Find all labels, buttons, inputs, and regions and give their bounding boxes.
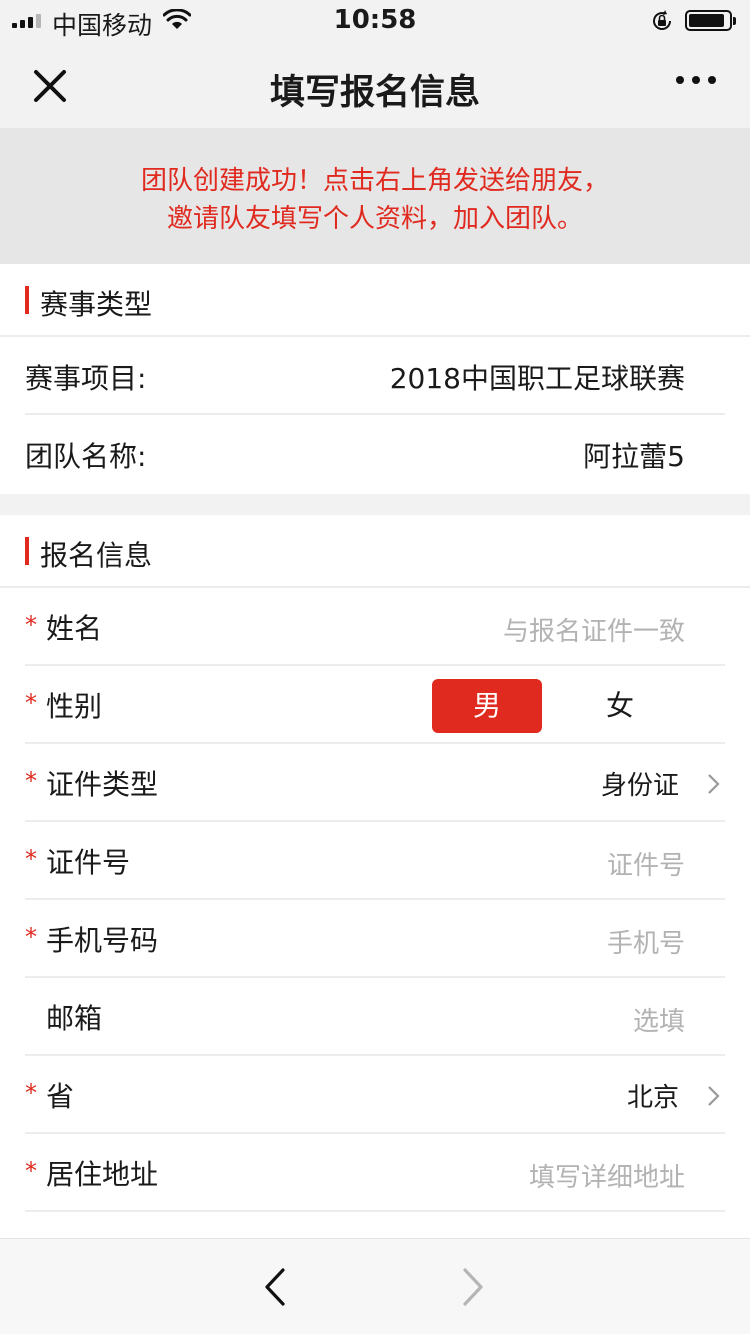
success-notice: 团队创建成功！点击右上角发送给朋友， 邀请队友填写个人资料，加入团队。 xyxy=(0,128,750,264)
team-name-label: 团队名称: xyxy=(25,440,147,473)
name-input[interactable]: 与报名证件一致 xyxy=(503,611,685,648)
id-type-select[interactable]: 身份证 xyxy=(601,765,679,802)
address-row[interactable]: * 居住地址 填写详细地址 xyxy=(25,1134,725,1212)
required-mark: * xyxy=(25,1079,37,1107)
notice-line-2: 邀请队友填写个人资料，加入团队。 xyxy=(166,204,583,234)
chevron-right-icon xyxy=(707,1085,721,1111)
status-bar: 中国移动 10:58 xyxy=(0,0,750,40)
required-mark: * xyxy=(25,611,37,639)
province-label: 省 xyxy=(46,1080,75,1113)
gender-male-button[interactable]: 男 xyxy=(432,679,542,733)
event-project-value: 2018中国职工足球联赛 xyxy=(389,362,685,395)
browser-toolbar xyxy=(0,1238,750,1334)
back-arrow-icon[interactable] xyxy=(262,1267,288,1311)
event-project-label: 赛事项目: xyxy=(25,362,147,395)
section-marker xyxy=(25,286,29,314)
required-mark: * xyxy=(25,1157,37,1185)
id-number-label: 证件号 xyxy=(46,846,131,879)
section-header: 报名信息 xyxy=(0,515,750,588)
name-row[interactable]: * 姓名 与报名证件一致 xyxy=(25,588,725,666)
event-project-row: 赛事项目: 2018中国职工足球联赛 xyxy=(25,337,725,415)
section-header: 赛事类型 xyxy=(0,264,750,337)
name-label: 姓名 xyxy=(46,612,103,645)
province-select[interactable]: 北京 xyxy=(627,1077,679,1114)
team-name-value: 阿拉蕾5 xyxy=(583,440,685,473)
clock: 10:58 xyxy=(333,5,417,35)
battery-icon xyxy=(685,10,736,31)
gender-label: 性别 xyxy=(46,690,103,723)
phone-row[interactable]: * 手机号码 手机号 xyxy=(25,900,725,978)
section-title: 赛事类型 xyxy=(40,288,153,321)
more-icon[interactable] xyxy=(676,76,716,84)
nav-bar: 填写报名信息 xyxy=(0,40,750,128)
email-label: 邮箱 xyxy=(46,1002,103,1035)
phone-label: 手机号码 xyxy=(46,924,159,957)
gender-female-button[interactable]: 女 xyxy=(585,679,655,733)
forward-arrow-icon[interactable] xyxy=(460,1267,486,1311)
required-mark: * xyxy=(25,923,37,951)
phone-input[interactable]: 手机号 xyxy=(607,923,685,960)
id-type-row[interactable]: * 证件类型 身份证 xyxy=(25,744,725,822)
gender-row: * 性别 男 女 xyxy=(25,666,725,744)
id-type-label: 证件类型 xyxy=(46,768,159,801)
orientation-lock-icon xyxy=(650,9,674,37)
signup-info-section: 报名信息 * 姓名 与报名证件一致 * 性别 男 女 * 证件类型 身份证 * … xyxy=(0,515,750,1238)
address-input[interactable]: 填写详细地址 xyxy=(529,1157,685,1194)
id-number-row[interactable]: * 证件号 证件号 xyxy=(25,822,725,900)
province-row[interactable]: * 省 北京 xyxy=(25,1056,725,1134)
required-mark: * xyxy=(25,845,37,873)
required-mark: * xyxy=(25,689,37,717)
required-mark: * xyxy=(25,767,37,795)
address-label: 居住地址 xyxy=(46,1158,159,1191)
event-type-section: 赛事类型 赛事项目: 2018中国职工足球联赛 团队名称: 阿拉蕾5 xyxy=(0,264,750,494)
id-number-input[interactable]: 证件号 xyxy=(607,845,685,882)
section-title: 报名信息 xyxy=(40,539,153,572)
team-name-row: 团队名称: 阿拉蕾5 xyxy=(25,415,725,493)
page-title: 填写报名信息 xyxy=(269,73,480,113)
email-row[interactable]: 邮箱 选填 xyxy=(25,978,725,1056)
notice-line-1: 团队创建成功！点击右上角发送给朋友， xyxy=(140,166,609,196)
section-marker xyxy=(25,537,29,565)
email-input[interactable]: 选填 xyxy=(633,1001,685,1038)
chevron-right-icon xyxy=(707,773,721,799)
